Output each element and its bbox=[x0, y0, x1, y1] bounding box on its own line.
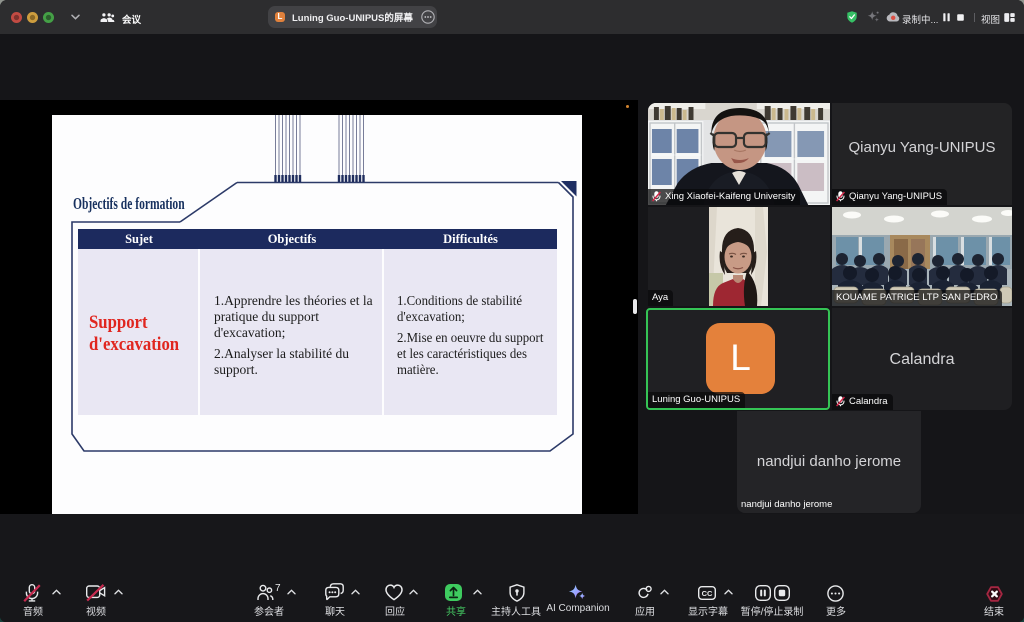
svg-text:CC: CC bbox=[702, 589, 713, 598]
